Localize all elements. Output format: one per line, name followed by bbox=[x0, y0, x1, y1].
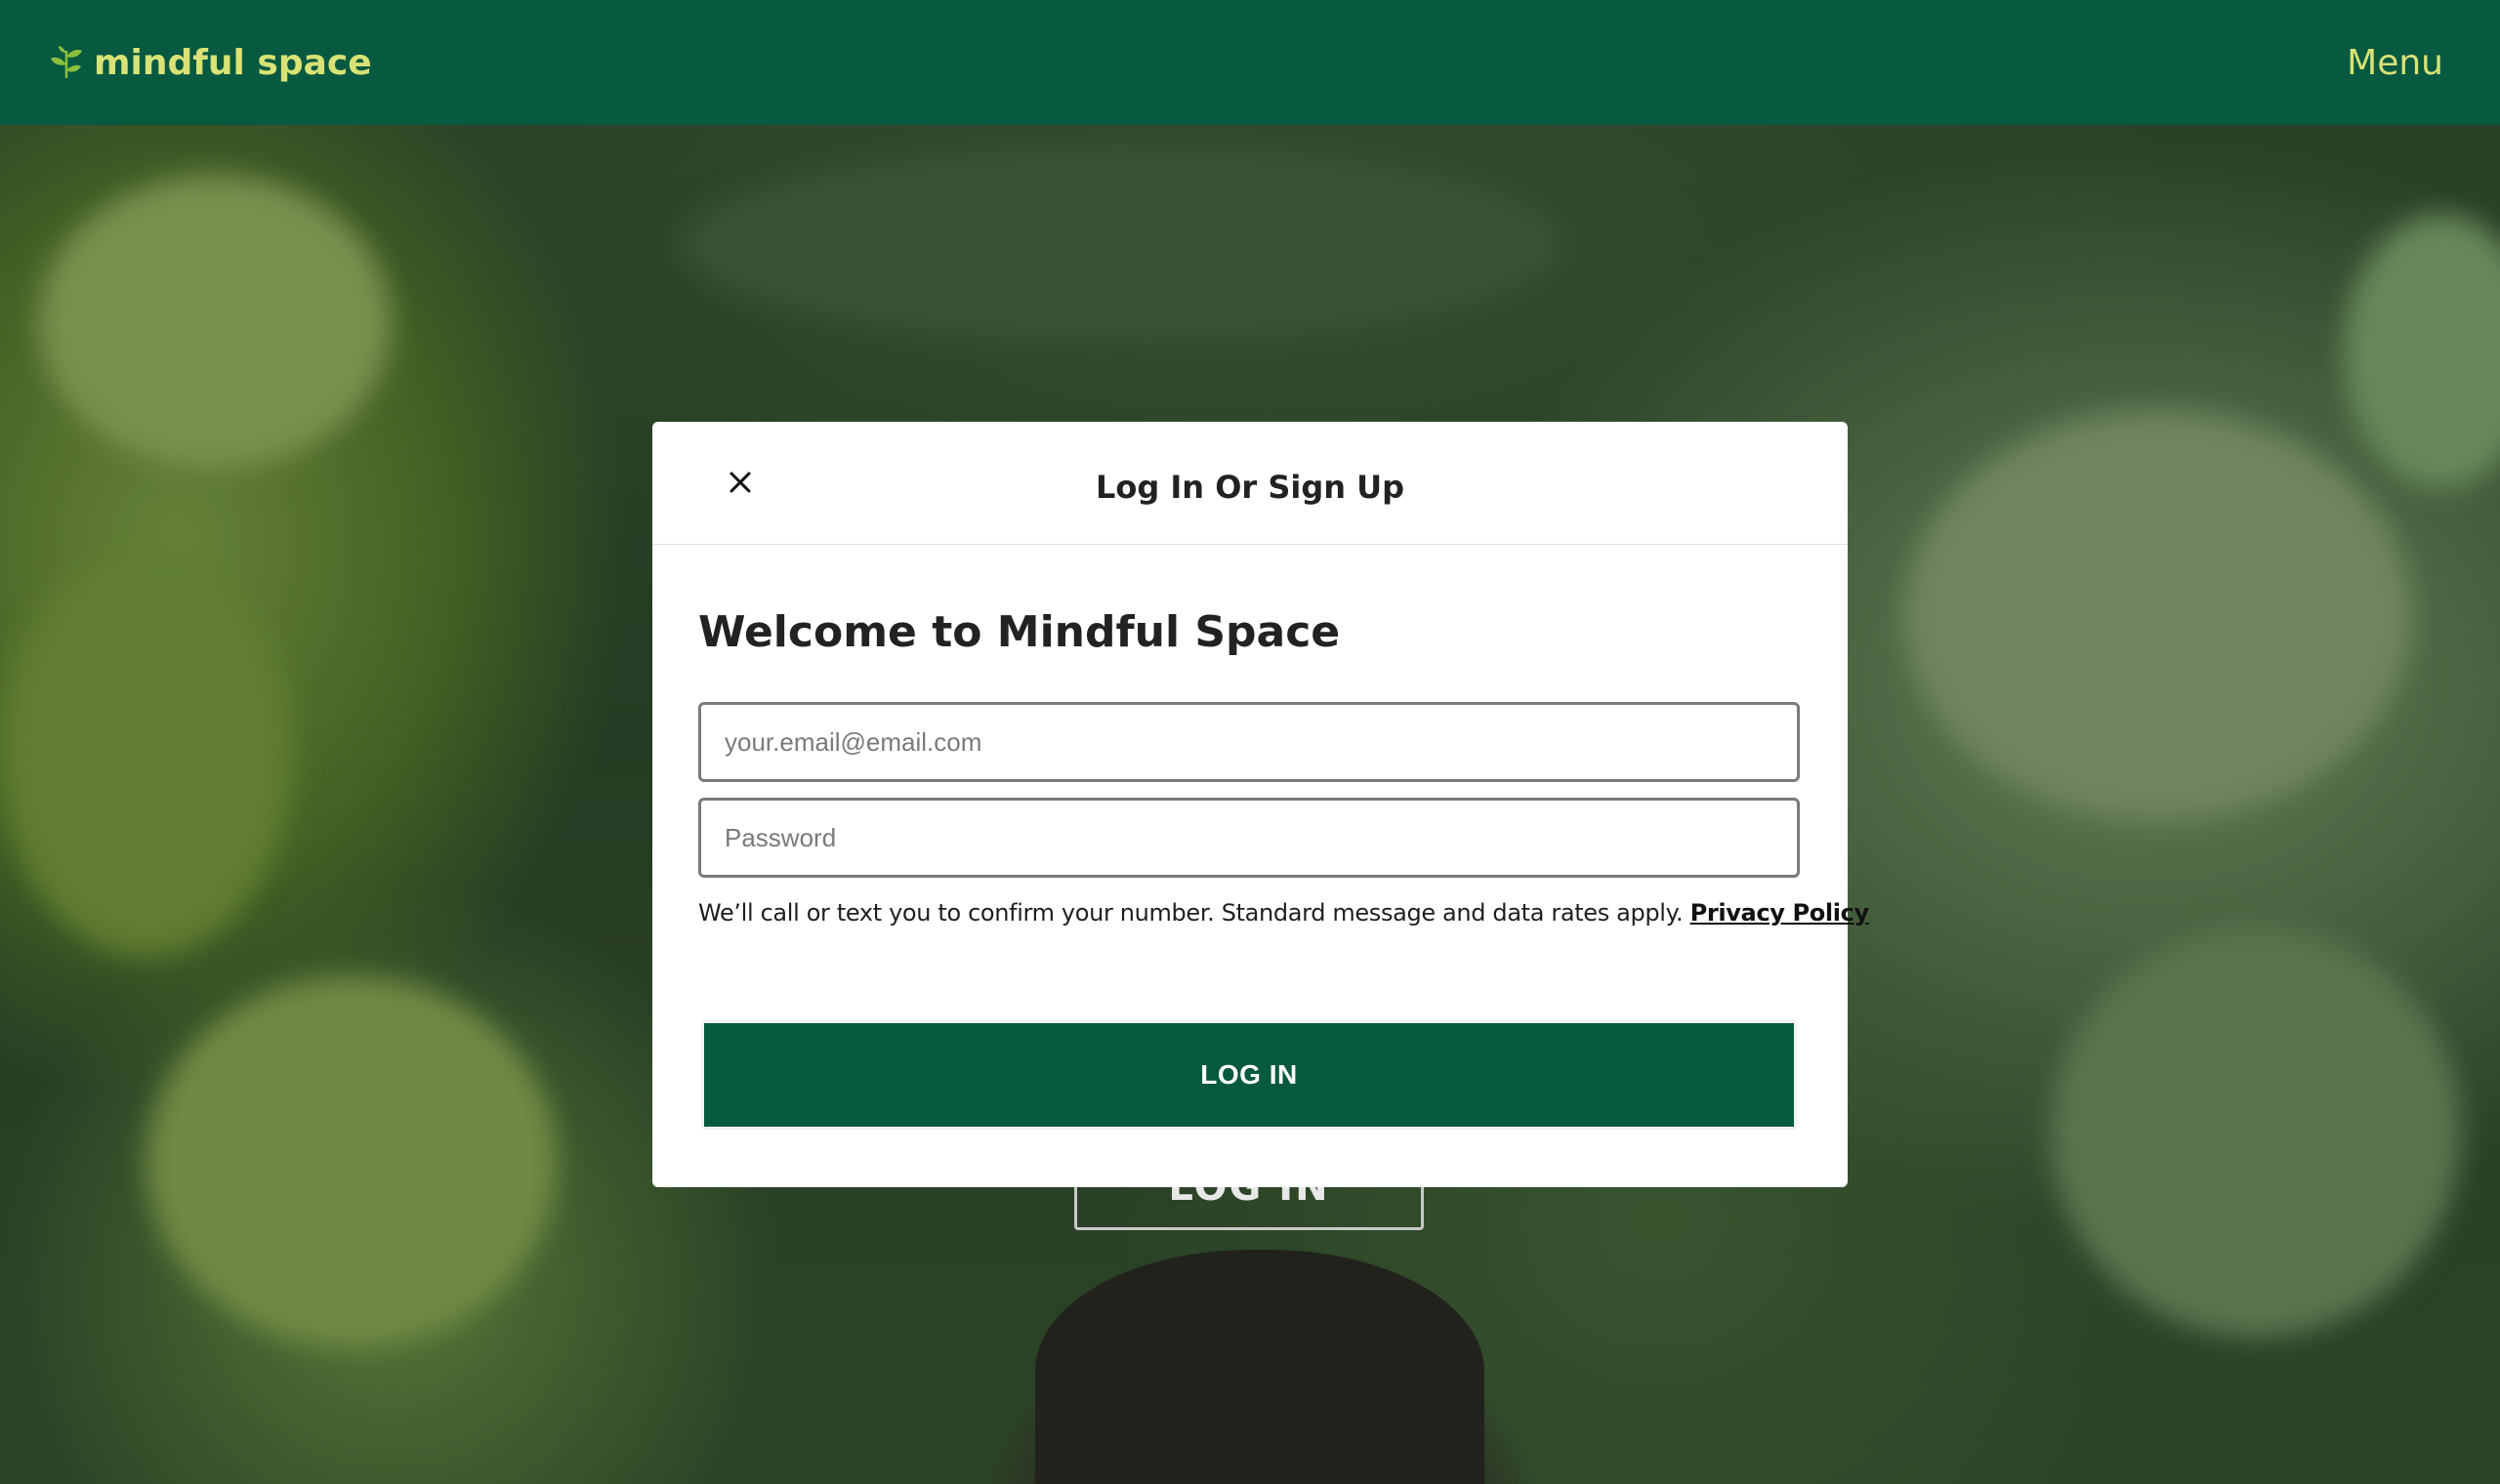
brand-name: mindful space bbox=[94, 42, 372, 83]
brand-logo-link[interactable]: mindful space bbox=[47, 43, 372, 83]
close-button[interactable] bbox=[721, 463, 760, 502]
login-modal: Log In Or Sign Up Welcome to Mindful Spa… bbox=[652, 422, 1869, 1187]
modal-title: Log In Or Sign Up bbox=[1095, 468, 1405, 506]
login-button[interactable]: LOG IN bbox=[701, 1020, 1797, 1130]
email-field[interactable] bbox=[698, 702, 1800, 782]
menu-button[interactable]: Menu bbox=[2347, 43, 2443, 83]
disclaimer-text: We’ll call or text you to confirm your n… bbox=[698, 899, 1869, 927]
password-field[interactable] bbox=[698, 798, 1800, 878]
modal-header: Log In Or Sign Up bbox=[652, 422, 1848, 545]
top-navbar: mindful space Menu bbox=[0, 0, 2500, 125]
disclaimer-message: We’ll call or text you to confirm your n… bbox=[698, 899, 1684, 927]
privacy-policy-link[interactable]: Privacy Policy bbox=[1690, 899, 1870, 927]
leaf-icon bbox=[51, 46, 82, 79]
welcome-heading: Welcome to Mindful Space bbox=[698, 607, 1341, 657]
close-icon bbox=[729, 472, 751, 493]
modal-body: Welcome to Mindful Space We’ll call or t… bbox=[652, 545, 1869, 1130]
